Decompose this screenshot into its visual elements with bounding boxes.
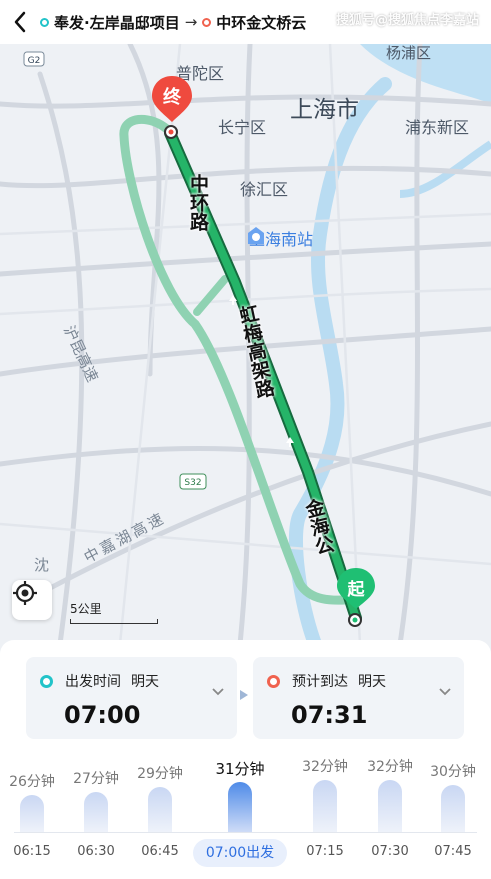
arrival-label: 预计到达: [292, 674, 348, 690]
duration-bar: [148, 787, 172, 832]
start-marker-label: 起: [347, 580, 365, 600]
timeline-slot[interactable]: 32分钟 07:15: [295, 752, 355, 876]
city-label: 上海市: [290, 97, 359, 123]
departure-time-card[interactable]: 出发时间 明天 07:00: [26, 657, 237, 739]
scale-label: 5公里: [70, 602, 102, 616]
map-scale: 5公里: [70, 600, 158, 624]
departure-time-option[interactable]: 07:45: [423, 844, 483, 859]
road-label-inner-ring: 中环路: [185, 174, 209, 238]
start-marker[interactable]: 起: [334, 564, 378, 630]
duration-label: 32分钟: [302, 759, 348, 775]
departure-time: 07:00: [64, 701, 141, 729]
arrival-time: 07:31: [291, 701, 368, 729]
timeline-slot[interactable]: 29分钟 06:45: [130, 752, 190, 876]
origin-dot-icon: [40, 17, 49, 27]
duration-label: 32分钟: [367, 759, 413, 775]
duration-bar: [441, 785, 465, 832]
arrow-right-icon: [240, 690, 248, 700]
route-map[interactable]: G2 S32 普陀区 长宁区 上海市 浦东新区 徐汇区 杨浦区 上海南站 中环路…: [0, 44, 491, 644]
duration-bar: [378, 780, 402, 832]
locate-button[interactable]: [12, 580, 52, 620]
scale-bar: [70, 619, 158, 624]
district-label: 长宁区: [218, 118, 267, 137]
departure-time-option[interactable]: 06:30: [66, 844, 126, 859]
departure-dot-icon: [40, 674, 53, 688]
timeline-slot[interactable]: 26分钟 06:15: [2, 752, 62, 876]
origin-name: 奉发·左岸晶邸项目: [54, 13, 180, 32]
departure-time-option[interactable]: 07:30: [360, 844, 420, 859]
road-badge-g2-text: G2: [28, 56, 41, 66]
watermark: 搜狐号@搜狐焦点李嘉站: [335, 13, 479, 28]
train-station-icon: [248, 227, 264, 244]
chevron-left-icon: [14, 11, 26, 33]
timeline-slot[interactable]: 27分钟 06:30: [66, 752, 126, 876]
chevron-down-icon: [439, 688, 451, 696]
back-button[interactable]: [0, 0, 40, 44]
route-arrow: →: [184, 13, 198, 31]
duration-bar: [20, 795, 44, 832]
end-marker[interactable]: 终: [150, 74, 194, 140]
timeline-slot[interactable]: 30分钟 07:45: [423, 752, 483, 876]
time-panel: 出发时间 明天 07:00 预计到达 明天 07:31 26分钟 06:15 27分…: [0, 640, 491, 879]
selected-departure-time[interactable]: 07:00出发: [193, 839, 287, 867]
road-badge-s32-text: S32: [184, 478, 201, 488]
departure-time-option[interactable]: 06:45: [130, 844, 190, 859]
arrival-day: 明天: [358, 674, 386, 690]
crosshair-icon: [13, 581, 37, 605]
poi-shanghai-south[interactable]: 上海南站: [246, 226, 313, 250]
road-label-shen: 沈: [34, 556, 50, 574]
departure-day: 明天: [131, 674, 159, 690]
timeline-slot[interactable]: 31分钟 07:00出发: [193, 752, 287, 876]
duration-label: 27分钟: [73, 771, 119, 787]
arrival-dot-icon: [267, 674, 280, 688]
route-title[interactable]: 奉发·左岸晶邸项目 → 中环金文桥云: [40, 12, 306, 33]
road-badge-s32: S32: [179, 473, 207, 490]
road-label-text: 中环路: [187, 174, 209, 231]
destination-dot-icon: [202, 17, 212, 27]
duration-bar: [84, 792, 108, 832]
duration-label: 29分钟: [137, 766, 183, 782]
duration-bar: [313, 780, 337, 832]
road-badge-g2: G2: [23, 51, 45, 67]
arrival-time-card[interactable]: 预计到达 明天 07:31: [253, 657, 464, 739]
departure-time-option[interactable]: 07:15: [295, 844, 355, 859]
chevron-down-icon: [212, 688, 224, 696]
departure-timeline: 26分钟 06:15 27分钟 06:30 29分钟 06:45 31分钟 07:00出发 32…: [0, 752, 491, 876]
duration-label: 26分钟: [9, 774, 55, 790]
duration-bar: [228, 782, 252, 832]
district-label: 杨浦区: [386, 44, 432, 62]
district-label: 浦东新区: [405, 118, 470, 137]
district-label: 徐汇区: [240, 180, 289, 199]
departure-label: 出发时间: [65, 674, 121, 690]
arrival-header: 预计到达 明天: [267, 671, 386, 691]
end-marker-label: 终: [163, 87, 181, 108]
destination-name: 中环金文桥云: [216, 13, 307, 32]
timeline-slot[interactable]: 32分钟 07:30: [360, 752, 420, 876]
duration-label: 31分钟: [215, 760, 265, 778]
departure-time-option[interactable]: 06:15: [2, 844, 62, 859]
duration-label: 30分钟: [430, 764, 476, 780]
departure-header: 出发时间 明天: [40, 671, 159, 691]
